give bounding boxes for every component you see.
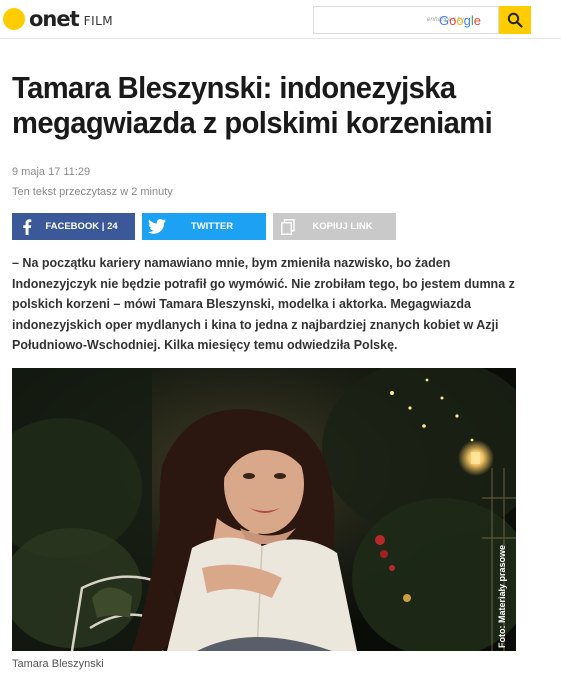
- copy-link-icon: [273, 213, 303, 240]
- read-time: Ten tekst przeczytasz w 2 minuty: [12, 186, 173, 198]
- section-name[interactable]: FILM: [84, 14, 113, 28]
- photo-illustration: [12, 368, 516, 651]
- facebook-icon: [12, 213, 42, 240]
- article-photo: [12, 368, 516, 651]
- onet-logo[interactable]: onet FILM: [3, 7, 113, 31]
- google-logo: Google: [439, 13, 481, 28]
- logo-text: onet: [29, 7, 80, 31]
- copy-link-label: KOPIUJ LINK: [312, 221, 373, 232]
- facebook-share-button[interactable]: FACEBOOK | 24: [12, 213, 135, 240]
- article-date: 9 maja 17 11:29: [12, 166, 91, 178]
- article-title: Tamara Bleszynski: indonezyjska megagwia…: [12, 70, 493, 140]
- copy-link-button[interactable]: KOPIUJ LINK: [273, 213, 396, 240]
- search-input[interactable]: enhanced by Google: [313, 6, 499, 34]
- twitter-share-label: TWITTER: [190, 221, 234, 232]
- photo-caption: Tamara Bleszynski: [12, 658, 104, 670]
- twitter-share-button[interactable]: TWITTER: [142, 213, 266, 240]
- twitter-icon: [142, 213, 172, 240]
- top-bar: onet FILM enhanced by Google: [0, 0, 561, 39]
- photo-credit: Foto: Materiały prasowe: [497, 544, 507, 648]
- article-lead: – Na początku kariery namawiano mnie, by…: [12, 256, 515, 352]
- search-button[interactable]: [499, 6, 531, 34]
- onet-logo-icon: [3, 8, 25, 30]
- search-icon: [507, 12, 523, 28]
- facebook-share-label: FACEBOOK | 24: [45, 221, 118, 232]
